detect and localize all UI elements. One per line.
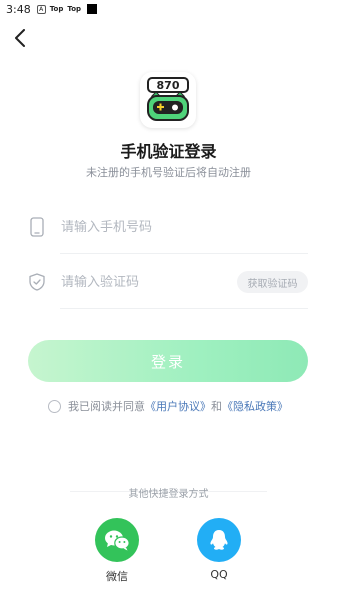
phone-divider [60, 253, 308, 254]
shield-check-icon [28, 272, 46, 292]
status-time: 3:48 [6, 2, 31, 16]
code-divider [60, 308, 308, 309]
status-square-icon [87, 4, 98, 14]
wechat-icon-circle[interactable] [95, 518, 139, 562]
phone-icon [28, 217, 46, 237]
page-subtitle: 未注册的手机号验证后将自动注册 [86, 166, 251, 179]
notification-top-2: Top [67, 5, 82, 13]
page-title: 手机验证登录 [120, 142, 217, 161]
wechat-label: 微信 [106, 570, 128, 583]
agreement-row: 我已阅读并同意 《用户协议》 和 《隐私政策》 [48, 397, 318, 415]
status-bar: 3:48 A Top Top [0, 0, 337, 18]
app-logo: 870 [140, 72, 196, 128]
login-button[interactable]: 登录 [28, 340, 308, 382]
agreement-checkbox[interactable] [48, 399, 61, 413]
agreement-prefix: 我已阅读并同意 [68, 400, 145, 413]
qq-label: QQ [210, 568, 228, 581]
game-controller-mascot-icon: 870 [147, 77, 189, 121]
qq-icon [210, 530, 228, 550]
user-agreement-link[interactable]: 《用户协议》 [145, 398, 211, 414]
logo-text: 870 [157, 79, 180, 92]
wechat-login-button[interactable]: 微信 [95, 518, 139, 584]
agreement-and: 和 [211, 400, 222, 413]
wechat-icon [105, 530, 130, 551]
qq-login-button[interactable]: QQ [197, 518, 241, 581]
get-code-button[interactable]: 获取验证码 [237, 271, 308, 293]
other-login-label: 其他快捷登录方式 [128, 489, 209, 500]
privacy-policy-link[interactable]: 《隐私政策》 [222, 398, 288, 414]
notification-top-1: Top [49, 5, 64, 13]
back-button[interactable] [10, 28, 30, 48]
phone-input[interactable] [61, 219, 308, 235]
chevron-left-icon [15, 29, 25, 47]
qq-icon-circle[interactable] [197, 518, 241, 562]
app-notification-icon: A [36, 4, 46, 14]
phone-field-row [28, 205, 308, 249]
